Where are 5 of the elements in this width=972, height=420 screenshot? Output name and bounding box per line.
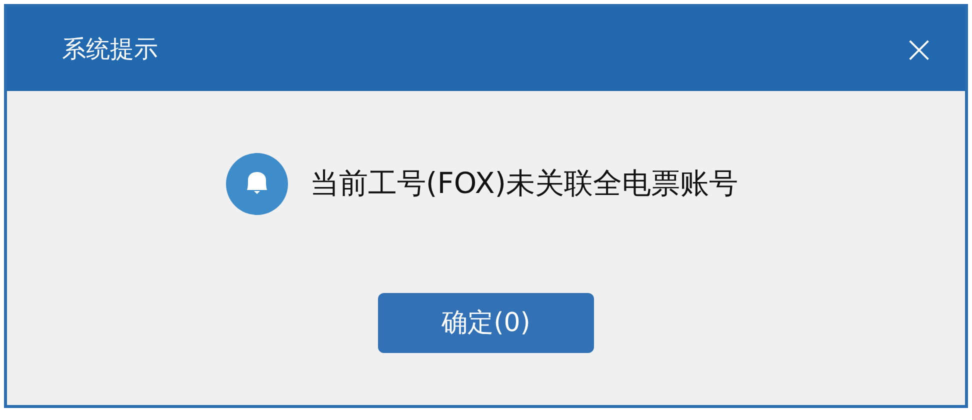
confirm-button[interactable]: 确定(0) [378,293,594,353]
close-button[interactable]: × [903,30,935,68]
bell-icon [226,153,288,215]
message-text: 当前工号(FOX)未关联全电票账号 [310,165,738,202]
window-title: 系统提示 [62,34,158,65]
